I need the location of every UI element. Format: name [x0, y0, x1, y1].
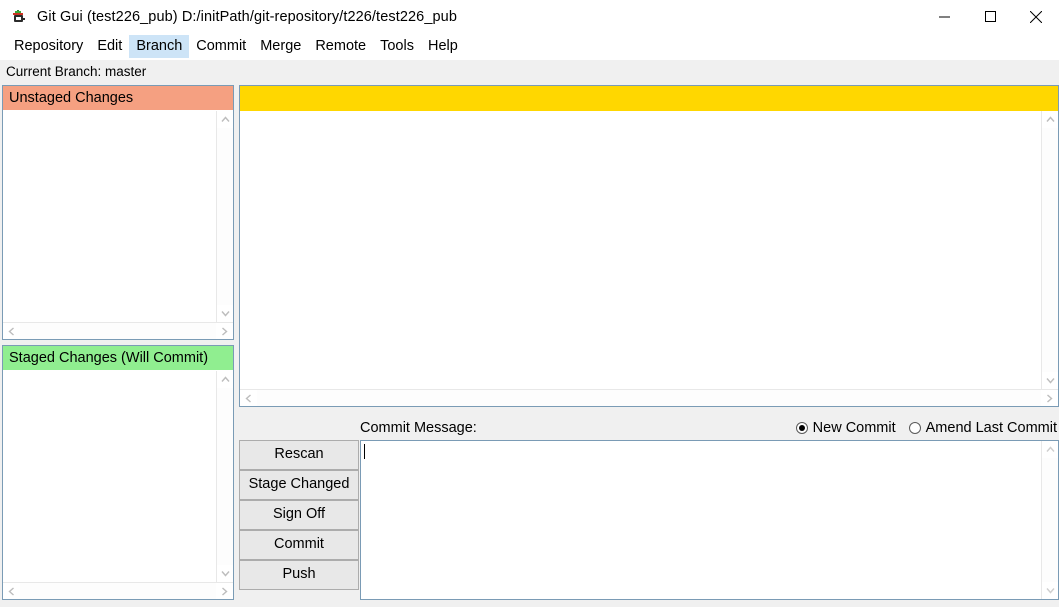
chevron-left-icon[interactable]	[240, 390, 257, 407]
staged-horizontal-scrollbar[interactable]	[3, 582, 233, 599]
diff-vscroll-trough[interactable]	[1042, 128, 1058, 372]
radio-new-commit-indicator[interactable]	[795, 422, 808, 434]
menu-item-tools[interactable]: Tools	[373, 35, 421, 58]
radio-amend-last-commit[interactable]: Amend Last Commit	[908, 420, 1057, 436]
chevron-right-icon[interactable]	[216, 583, 233, 600]
chevron-down-icon[interactable]	[217, 305, 234, 322]
radio-new-commit[interactable]: New Commit	[795, 420, 896, 436]
chevron-up-icon[interactable]	[1042, 441, 1059, 458]
git-gui-window: Git Gui (test226_pub) D:/initPath/git-re…	[0, 0, 1059, 607]
unstaged-vscroll-trough[interactable]	[217, 128, 233, 305]
diff-hscroll-trough[interactable]	[257, 390, 1041, 406]
minimize-icon[interactable]	[921, 0, 967, 33]
unstaged-vertical-scrollbar[interactable]	[216, 111, 233, 322]
commit-message-input[interactable]	[361, 441, 1041, 599]
current-branch-label: Current Branch: master	[6, 64, 147, 79]
chevron-right-icon[interactable]	[1041, 390, 1058, 407]
diff-viewer-panel	[239, 85, 1059, 407]
diff-content[interactable]	[240, 111, 1041, 389]
staged-vscroll-trough[interactable]	[217, 388, 233, 565]
staged-vertical-scrollbar[interactable]	[216, 371, 233, 582]
unstaged-horizontal-scrollbar[interactable]	[3, 322, 233, 339]
commit-message-label: Commit Message:	[360, 420, 477, 436]
menu-item-remote[interactable]: Remote	[308, 35, 373, 58]
staged-changes-header: Staged Changes (Will Commit)	[3, 346, 233, 370]
diff-file-header	[240, 86, 1058, 111]
text-caret	[364, 444, 365, 459]
menu-bar: Repository Edit Branch Commit Merge Remo…	[0, 33, 1059, 60]
unstaged-hscroll-trough[interactable]	[20, 323, 216, 339]
menu-item-commit[interactable]: Commit	[189, 35, 253, 58]
chevron-left-icon[interactable]	[3, 583, 20, 600]
rescan-button[interactable]: Rescan	[239, 440, 359, 470]
sign-off-button[interactable]: Sign Off	[239, 500, 359, 530]
chevron-left-icon[interactable]	[3, 323, 20, 340]
commit-mode-radio-group: New Commit Amend Last Commit	[795, 420, 1059, 436]
menu-item-repository[interactable]: Repository	[7, 35, 90, 58]
menu-item-branch[interactable]: Branch	[129, 35, 190, 58]
radio-amend-last-commit-label: Amend Last Commit	[925, 420, 1057, 436]
unstaged-file-list[interactable]	[3, 111, 216, 322]
chevron-up-icon[interactable]	[1042, 111, 1059, 128]
stage-changed-button[interactable]: Stage Changed	[239, 470, 359, 500]
window-controls	[921, 0, 1059, 33]
menu-item-help[interactable]: Help	[421, 35, 465, 58]
chevron-down-icon[interactable]	[217, 565, 234, 582]
diff-horizontal-scrollbar[interactable]	[240, 389, 1058, 406]
chevron-up-icon[interactable]	[217, 111, 234, 128]
status-bar	[0, 601, 1059, 607]
commit-message-label-row: Commit Message: New Commit Amend Last Co…	[360, 417, 1059, 439]
current-branch-bar: Current Branch: master	[0, 60, 1059, 83]
chevron-down-icon[interactable]	[1042, 582, 1059, 599]
menu-item-merge[interactable]: Merge	[253, 35, 308, 58]
unstaged-changes-header: Unstaged Changes	[3, 86, 233, 110]
commit-message-vertical-scrollbar[interactable]	[1041, 441, 1058, 599]
title-bar: Git Gui (test226_pub) D:/initPath/git-re…	[0, 0, 1059, 33]
radio-new-commit-label: New Commit	[812, 420, 896, 436]
unstaged-changes-panel: Unstaged Changes	[2, 85, 234, 340]
diff-vertical-scrollbar[interactable]	[1041, 111, 1058, 389]
git-gui-icon	[11, 9, 27, 25]
action-button-column: Rescan Stage Changed Sign Off Commit Pus…	[239, 440, 359, 590]
maximize-icon[interactable]	[967, 0, 1013, 33]
push-button[interactable]: Push	[239, 560, 359, 590]
menu-item-edit[interactable]: Edit	[90, 35, 129, 58]
window-title: Git Gui (test226_pub) D:/initPath/git-re…	[37, 8, 457, 25]
close-icon[interactable]	[1013, 0, 1059, 33]
staged-file-list[interactable]	[3, 371, 216, 582]
chevron-down-icon[interactable]	[1042, 372, 1059, 389]
commit-message-vscroll-trough[interactable]	[1042, 458, 1058, 582]
commit-message-panel	[360, 440, 1059, 600]
commit-button[interactable]: Commit	[239, 530, 359, 560]
chevron-right-icon[interactable]	[216, 323, 233, 340]
chevron-up-icon[interactable]	[217, 371, 234, 388]
staged-hscroll-trough[interactable]	[20, 583, 216, 599]
radio-amend-last-commit-indicator[interactable]	[908, 422, 921, 434]
staged-changes-panel: Staged Changes (Will Commit)	[2, 345, 234, 600]
